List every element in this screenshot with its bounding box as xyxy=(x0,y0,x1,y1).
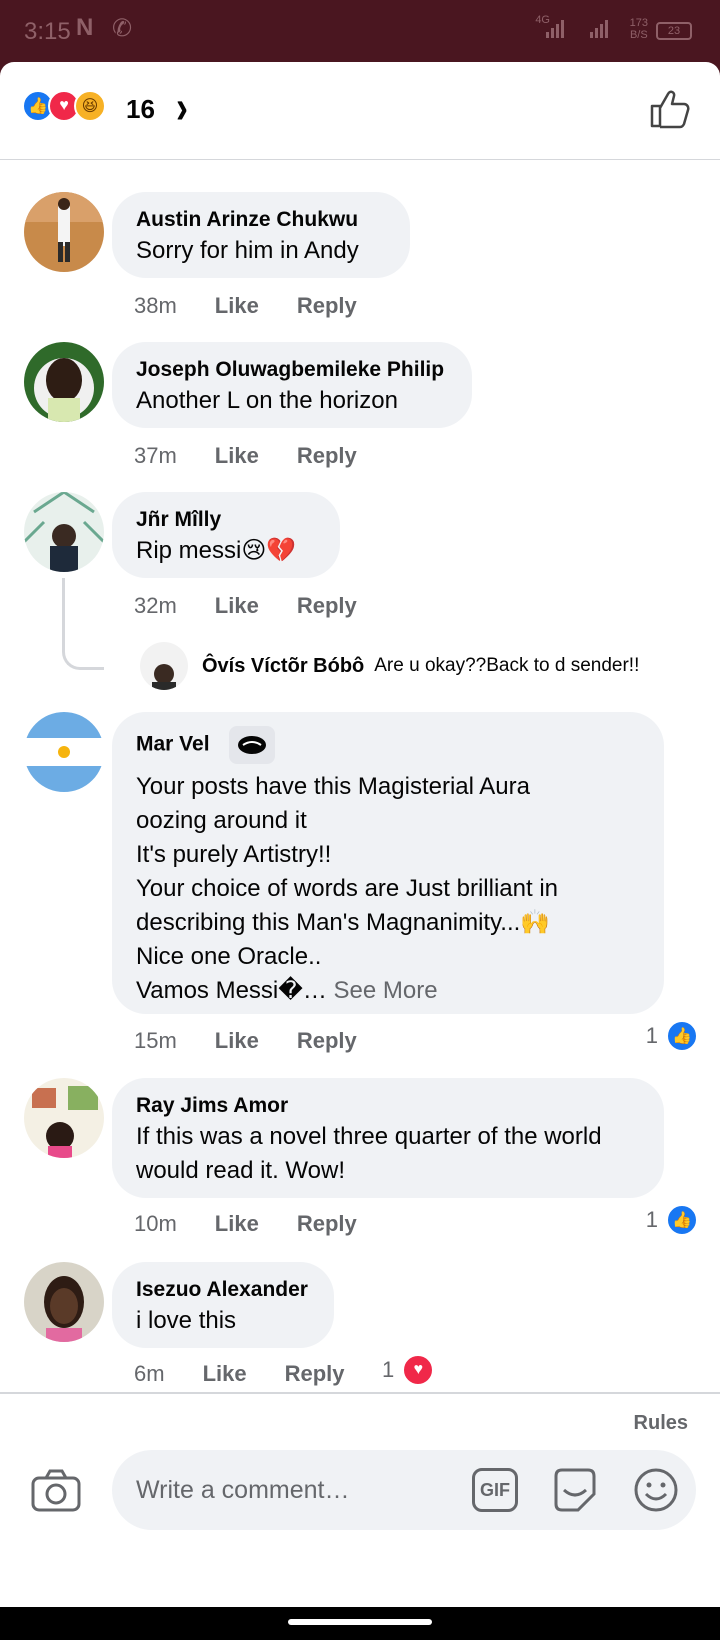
avatar[interactable] xyxy=(24,1078,104,1158)
avatar[interactable] xyxy=(140,642,188,690)
comment-text: Another L on the horizon xyxy=(136,387,398,414)
comment-bubble[interactable]: Ray Jims Amor If this was a novel three … xyxy=(112,1078,664,1198)
reply-button[interactable]: Reply xyxy=(297,293,357,319)
reply-button[interactable]: Reply xyxy=(297,593,357,619)
badge-icon xyxy=(229,726,276,764)
reactions-bar[interactable]: 👍 ♥ 😆 16 › xyxy=(0,62,720,160)
signal-icon-2 xyxy=(590,20,608,38)
see-more-link[interactable]: See More xyxy=(334,977,438,1004)
comment-bubble[interactable]: Joseph Oluwagbemileke Philip Another L o… xyxy=(112,342,472,428)
comment-input[interactable] xyxy=(136,1472,436,1508)
comment-author[interactable]: Mar Vel xyxy=(136,726,640,764)
comment-actions: 6m Like Reply xyxy=(134,1361,383,1387)
like-button[interactable]: Like xyxy=(215,293,259,319)
comment-footer: Rules GIF xyxy=(0,1392,720,1545)
comment-time: 38m xyxy=(134,293,177,318)
comment-text: If this was a novel three quarter of the… xyxy=(136,1123,602,1184)
like-icon: 👍 xyxy=(666,1020,698,1052)
comment-actions: 32m Like Reply xyxy=(134,593,395,619)
reply-button[interactable]: Reply xyxy=(285,1361,345,1387)
rules-link[interactable]: Rules xyxy=(634,1412,688,1435)
reply-button[interactable]: Reply xyxy=(297,443,357,469)
haha-icon: 😆 xyxy=(74,90,106,122)
comment-time: 37m xyxy=(134,443,177,468)
comment-time: 15m xyxy=(134,1028,177,1053)
love-icon: ♥ xyxy=(402,1354,435,1386)
battery-icon: 23 xyxy=(656,22,692,40)
comment-actions: 38m Like Reply xyxy=(134,293,395,319)
comment-text: Sorry for him in Andy xyxy=(136,237,359,264)
sticker-icon[interactable] xyxy=(550,1466,600,1514)
like-button[interactable]: Like xyxy=(203,1361,247,1387)
home-handle[interactable] xyxy=(288,1619,432,1625)
reply-button[interactable]: Reply xyxy=(297,1211,357,1237)
comments-sheet: 👍 ♥ 😆 16 › Austin Arinze Chukwu Sorry fo… xyxy=(0,62,720,1607)
comment-reactions[interactable]: 1 👍 xyxy=(646,1020,698,1052)
comment-actions: 37m Like Reply xyxy=(134,443,395,469)
chevron-right-icon[interactable]: › xyxy=(176,80,188,135)
netflix-icon: N xyxy=(76,14,94,41)
speed-indicator: 173 B/S xyxy=(629,17,648,41)
whatsapp-icon: ✆ xyxy=(112,15,133,42)
comment-bubble[interactable]: Austin Arinze Chukwu Sorry for him in An… xyxy=(112,192,410,278)
comment-text: Rip messi😢💔 xyxy=(136,537,297,564)
emoji-icon[interactable] xyxy=(632,1466,680,1514)
comment-author[interactable]: Austin Arinze Chukwu xyxy=(136,206,386,234)
comment-bubble[interactable]: Mar Vel Your posts have this Magisterial… xyxy=(112,712,664,1014)
comment-text: i love this xyxy=(136,1307,237,1334)
comment-text: Your posts have this Magisterial Aura oo… xyxy=(136,773,558,1004)
like-button[interactable]: Like xyxy=(215,443,259,469)
reply-preview[interactable]: Ôvís Víctõr Bóbô Are u okay??Back to d s… xyxy=(140,642,639,690)
reaction-icons: 👍 ♥ 😆 xyxy=(22,90,106,122)
avatar[interactable] xyxy=(24,492,104,572)
comment-bubble[interactable]: Isezuo Alexander i love this xyxy=(112,1262,334,1348)
avatar[interactable] xyxy=(24,342,104,422)
comment-time: 10m xyxy=(134,1211,177,1236)
thread-line xyxy=(62,578,104,670)
comment-time: 32m xyxy=(134,593,177,618)
signal-icon xyxy=(546,20,564,38)
comment-author[interactable]: Jñr Mîlly xyxy=(136,506,316,534)
comment-bubble[interactable]: Jñr Mîlly Rip messi😢💔 xyxy=(112,492,340,578)
like-button[interactable]: Like xyxy=(215,1028,259,1054)
comment-actions: 10m Like Reply xyxy=(134,1211,395,1237)
camera-icon[interactable] xyxy=(30,1468,82,1514)
avatar[interactable] xyxy=(24,192,104,272)
status-bar: 3:15 N ✆ 4G 173 B/S 23 xyxy=(0,0,720,62)
comment-author[interactable]: Ray Jims Amor xyxy=(136,1092,640,1120)
status-time: 3:15 xyxy=(24,18,71,45)
comment-time: 6m xyxy=(134,1361,165,1386)
like-icon: 👍 xyxy=(666,1204,698,1236)
avatar[interactable] xyxy=(24,712,104,792)
reaction-count: 16 xyxy=(126,94,155,124)
like-post-icon[interactable] xyxy=(648,86,692,130)
comment-composer[interactable]: GIF xyxy=(112,1450,696,1530)
avatar[interactable] xyxy=(24,1262,104,1342)
system-nav-bar xyxy=(0,1607,720,1640)
comment-actions: 15m Like Reply xyxy=(134,1028,395,1054)
gif-button[interactable]: GIF xyxy=(472,1468,518,1512)
reply-text: Are u okay??Back to d sender!! xyxy=(374,655,640,676)
like-button[interactable]: Like xyxy=(215,593,259,619)
comment-reactions[interactable]: 1 ♥ xyxy=(382,1354,435,1386)
like-button[interactable]: Like xyxy=(215,1211,259,1237)
reply-author[interactable]: Ôvís Víctõr Bóbô xyxy=(202,655,364,678)
comment-author[interactable]: Joseph Oluwagbemileke Philip xyxy=(136,356,448,384)
comment-author[interactable]: Isezuo Alexander xyxy=(136,1276,310,1304)
reply-button[interactable]: Reply xyxy=(297,1028,357,1054)
comment-reactions[interactable]: 1 👍 xyxy=(646,1204,698,1236)
